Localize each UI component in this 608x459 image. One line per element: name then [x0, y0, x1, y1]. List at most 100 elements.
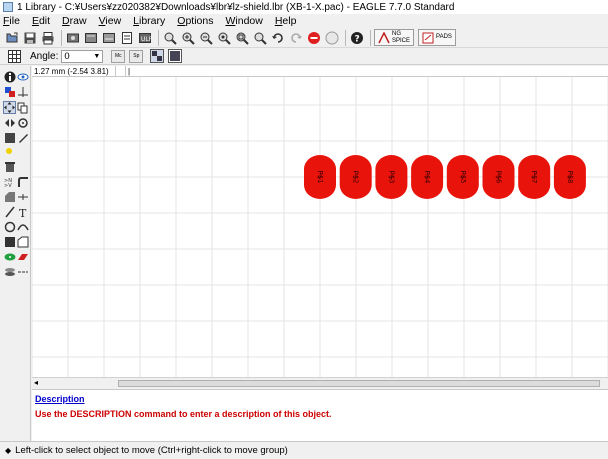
save-icon[interactable] — [22, 30, 38, 46]
pad[interactable]: P$3 — [375, 155, 408, 199]
spin-button[interactable]: Sp — [129, 49, 144, 63]
pad[interactable]: P$1 — [304, 155, 336, 199]
pad[interactable]: P$8 — [553, 155, 586, 199]
pad-label: P$3 — [387, 171, 395, 184]
toolbar-separator — [345, 29, 346, 46]
display-layers-icon[interactable] — [3, 85, 16, 98]
cam-processor-icon[interactable] — [65, 30, 81, 46]
angle-value: 0 — [64, 50, 70, 62]
open-icon[interactable] — [4, 30, 20, 46]
via-icon[interactable] — [3, 265, 16, 278]
wire-icon[interactable] — [3, 205, 16, 218]
window-title: 1 Library - C:¥Users¥zz020382¥Downloads¥… — [17, 1, 455, 13]
pad[interactable]: P$5 — [446, 155, 479, 199]
board-icon[interactable] — [83, 30, 99, 46]
grid-icon[interactable] — [6, 48, 22, 64]
spice-icon — [378, 31, 390, 43]
description-link[interactable]: Description — [35, 394, 605, 404]
circle-icon[interactable] — [3, 220, 16, 233]
parameter-toolbar: Angle: 0 ▼ Mc Sp — [0, 48, 608, 65]
stop-icon[interactable] — [306, 30, 322, 46]
zoom-in-icon[interactable] — [180, 30, 196, 46]
svg-text:T: T — [19, 207, 27, 218]
canvas-svg[interactable]: P$1 P$2 P$3 P$4 P$5 P$6 P$7 P$8 — [32, 77, 608, 377]
mark-icon[interactable] — [16, 85, 29, 98]
redo-icon[interactable] — [288, 30, 304, 46]
menu-view[interactable]: View — [99, 15, 122, 27]
toolbar-separator — [61, 29, 62, 46]
menu-window[interactable]: Window — [225, 15, 262, 27]
schematic-icon[interactable] — [101, 30, 117, 46]
rect-icon[interactable] — [3, 235, 16, 248]
go-icon[interactable] — [324, 30, 340, 46]
status-diamond-icon: ◆ — [5, 446, 12, 455]
pad-label: P$5 — [459, 171, 467, 184]
pad[interactable]: P$4 — [411, 155, 444, 199]
zoom-select-icon[interactable] — [234, 30, 250, 46]
menu-options[interactable]: Options — [177, 15, 213, 27]
hole-icon[interactable] — [16, 265, 29, 278]
pad[interactable]: P$6 — [482, 155, 515, 199]
group-icon[interactable] — [3, 131, 16, 144]
print-icon[interactable] — [40, 30, 56, 46]
drawing-canvas[interactable]: P$1 P$2 P$3 P$4 P$5 P$6 P$7 P$8 — [32, 77, 608, 377]
menu-file[interactable]: File — [3, 15, 20, 27]
show-icon[interactable] — [16, 70, 29, 83]
menu-library[interactable]: Library — [133, 15, 165, 27]
svg-text:>V: >V — [4, 183, 12, 188]
menu-help[interactable]: Help — [275, 15, 297, 27]
menu-draw[interactable]: Draw — [62, 15, 87, 27]
mirror-icon[interactable] — [3, 116, 16, 129]
zoom-out-icon[interactable] — [198, 30, 214, 46]
move-icon[interactable] — [3, 101, 16, 114]
change-icon[interactable] — [16, 131, 29, 144]
name-icon[interactable] — [16, 175, 29, 188]
angle-select[interactable]: 0 ▼ — [61, 49, 104, 63]
pads-icon — [422, 32, 434, 43]
ngspice-label-line1: NG — [392, 30, 401, 37]
text-icon[interactable]: T — [16, 205, 29, 218]
copy-icon[interactable] — [16, 101, 29, 114]
status-bar: ◆ Left-click to select object to move (C… — [0, 441, 608, 459]
command-line-input[interactable]: | — [126, 67, 130, 76]
coordinate-bar: 1.27 mm (-2.54 3.81) | — [32, 65, 608, 77]
info-icon[interactable] — [3, 70, 16, 83]
split-icon[interactable] — [16, 190, 29, 203]
script-icon[interactable] — [119, 30, 135, 46]
description-text: Use the DESCRIPTION command to enter a d… — [35, 409, 332, 419]
mirror-button[interactable]: Mc — [111, 49, 126, 63]
pad-icon[interactable] — [3, 250, 16, 263]
polygon-icon[interactable] — [16, 235, 29, 248]
help-icon[interactable]: ? — [349, 30, 365, 46]
paste-icon[interactable] — [3, 146, 16, 159]
miter-icon[interactable] — [3, 190, 16, 203]
scrollbar-thumb[interactable] — [118, 380, 600, 387]
arc-icon[interactable] — [16, 220, 29, 233]
ngspice-button[interactable]: NG SPICE — [374, 29, 415, 46]
toolbar-separator — [370, 29, 371, 46]
pads-button[interactable]: PADS — [418, 29, 456, 46]
menu-edit[interactable]: Edit — [32, 15, 50, 27]
ulp-icon[interactable]: ULP — [137, 30, 153, 46]
ngspice-label-line2: SPICE — [392, 37, 411, 44]
zoom-last-icon[interactable] — [252, 30, 268, 46]
rotate-icon[interactable] — [16, 116, 29, 129]
horizontal-scrollbar[interactable]: ◂ — [32, 377, 608, 388]
undo-icon[interactable] — [270, 30, 286, 46]
layer-view-icon[interactable] — [149, 48, 165, 64]
smd-icon[interactable] — [16, 250, 29, 263]
pads-label: PADS — [436, 34, 452, 40]
pad-label: P$4 — [423, 171, 431, 184]
status-text: Left-click to select object to move (Ctr… — [15, 445, 288, 456]
angle-label: Angle: — [30, 50, 59, 62]
pad[interactable]: P$2 — [339, 155, 372, 199]
zoom-redraw-icon[interactable] — [216, 30, 232, 46]
layer-view-alt-icon[interactable] — [167, 48, 183, 64]
zoom-fit-icon[interactable] — [162, 30, 178, 46]
scroll-left-icon[interactable]: ◂ — [34, 378, 38, 387]
pad-label: P$1 — [316, 171, 324, 184]
svg-text:ULP: ULP — [141, 36, 152, 43]
delete-icon[interactable] — [3, 160, 16, 173]
add-icon[interactable]: >N >V — [3, 175, 16, 188]
pad[interactable]: P$7 — [518, 155, 551, 199]
